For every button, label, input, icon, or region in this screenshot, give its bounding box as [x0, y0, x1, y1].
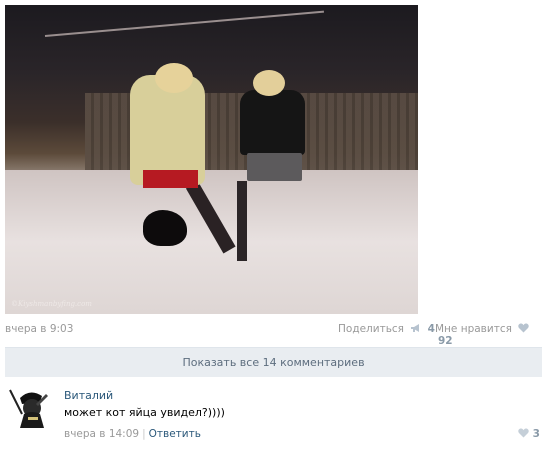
photo-figure-head [253, 70, 285, 96]
comment-like-count: 3 [532, 428, 540, 440]
photo-wire [44, 10, 325, 37]
share-label: Поделиться [338, 323, 404, 335]
photo-figure-skirt [247, 153, 302, 181]
share-button[interactable]: Поделиться 4 [338, 323, 435, 335]
post-meta-row: вчера в 9:03 Поделиться 4 Мне нравится 9… [5, 323, 537, 347]
heart-icon [518, 323, 529, 333]
like-label: Мне нравится [435, 323, 512, 335]
comment-separator: | [142, 428, 146, 440]
like-count: 92 [438, 335, 453, 347]
post-photo[interactable]: ©Kiyshmanbyfing.com [5, 5, 418, 314]
avatar[interactable] [6, 384, 52, 430]
photo-figure-skirt [143, 170, 198, 188]
photo-snow [5, 170, 418, 314]
comment-text: может кот яйца увидел?)))) [64, 406, 225, 419]
heart-icon [518, 428, 529, 438]
photo-figure-right [240, 90, 305, 155]
comment-meta: вчера в 14:09 | Ответить [64, 428, 201, 440]
photo-cat [143, 210, 187, 246]
photo-figure-leg [237, 181, 247, 261]
share-count: 4 [427, 323, 435, 335]
show-all-comments-button[interactable]: Показать все 14 комментариев [5, 347, 542, 377]
comment-date[interactable]: вчера в 14:09 [64, 428, 139, 440]
avatar-pirate-icon [6, 384, 52, 430]
megaphone-icon [411, 324, 420, 332]
like-button[interactable]: Мне нравится 92 [435, 323, 537, 347]
comment-author[interactable]: Виталий [64, 389, 113, 402]
post-date[interactable]: вчера в 9:03 [5, 323, 73, 335]
photo-watermark: ©Kiyshmanbyfing.com [11, 300, 92, 308]
comment-like-button[interactable]: 3 [515, 428, 540, 440]
photo-figure-head [155, 63, 193, 93]
reply-button[interactable]: Ответить [149, 428, 201, 440]
